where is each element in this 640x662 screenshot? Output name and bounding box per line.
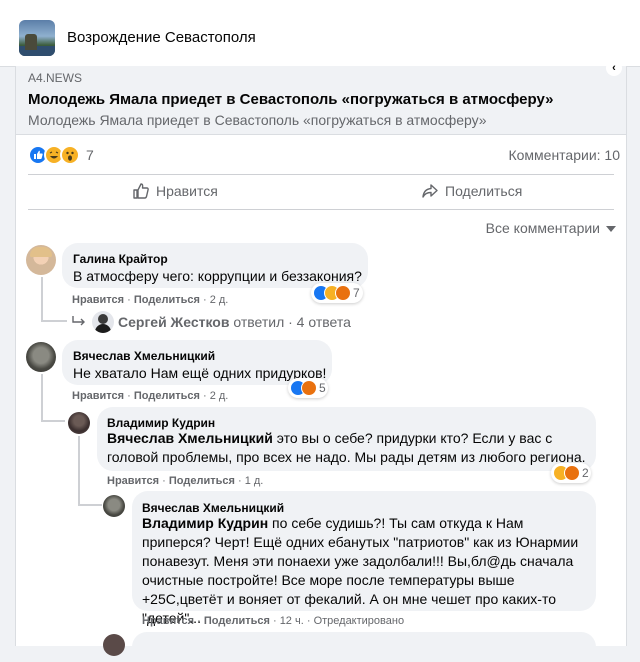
reactions-count[interactable]: 7 (86, 147, 94, 163)
avatar[interactable] (103, 634, 125, 656)
thread-line (41, 277, 43, 322)
avatar[interactable] (103, 495, 125, 517)
comment-share-button[interactable]: Поделиться (204, 615, 270, 627)
angry-reaction-icon (564, 465, 580, 481)
mention-link[interactable]: Владимир Кудрин (142, 515, 268, 531)
like-button[interactable]: Нравится (132, 181, 242, 203)
comment-meta: Нравится · Поделиться · 2 д. (72, 294, 229, 306)
comment-meta: Нравится · Поделиться · 12 ч. · Отредакт… (142, 615, 405, 627)
reply-bubble (132, 632, 596, 662)
comments-filter-label: Все комментарии (485, 220, 600, 236)
comment-reactions[interactable]: 5 (288, 378, 328, 398)
angry-reaction-icon (335, 285, 351, 301)
thread-line (41, 320, 67, 322)
reply-body: по себе судишь?! Ты сам откуда к Нам при… (142, 515, 579, 626)
group-avatar[interactable] (19, 20, 55, 56)
edited-label: Отредактировано (313, 615, 405, 627)
group-name[interactable]: Возрождение Севастополя (67, 29, 256, 46)
comment-bubble: Галина Крайтор В атмосферу чего: коррупц… (62, 243, 368, 288)
reaction-count: 2 (582, 466, 589, 480)
mention-link[interactable]: Вячеслав Хмельницкий (107, 430, 273, 446)
reply-text: Вячеслав Хмельницкий это вы о себе? прид… (107, 429, 592, 467)
group-header: Возрождение Севастополя (0, 0, 640, 67)
comment-timestamp[interactable]: 1 д. (245, 475, 264, 487)
share-button-label: Поделиться (445, 183, 523, 199)
reply-bubble: Вячеслав Хмельницкий Владимир Кудрин по … (132, 491, 596, 626)
reaction-count: 7 (353, 286, 360, 300)
divider (28, 174, 614, 175)
thread-line (78, 504, 102, 506)
comment-text: Не хватало Нам ещё одних придурков! (73, 365, 327, 381)
comment-bubble: Вячеслав Хмельницкий Не хватало Нам ещё … (62, 340, 332, 385)
avatar[interactable] (26, 342, 56, 372)
comment-reactions[interactable]: 7 (311, 283, 363, 303)
wow-reaction-icon (60, 145, 80, 165)
caret-down-icon (606, 226, 616, 233)
comment-reactions[interactable]: 2 (551, 463, 591, 483)
preview-nav-icon[interactable]: ‹ (606, 60, 622, 76)
share-button[interactable]: Поделиться (421, 181, 541, 203)
comment-author[interactable]: Галина Крайтор (73, 252, 168, 266)
comment-like-button[interactable]: Нравится (72, 390, 124, 402)
divider (28, 209, 614, 210)
like-button-label: Нравится (156, 183, 218, 199)
link-description: Молодежь Ямала приедет в Севастополь «по… (28, 112, 487, 128)
thumbs-up-icon (133, 183, 149, 199)
angry-reaction-icon (301, 380, 317, 396)
link-preview[interactable]: A4.NEWS Молодежь Ямала приедет в Севасто… (16, 60, 626, 135)
comments-count[interactable]: Комментарии: 10 (508, 147, 620, 163)
reply-text: Владимир Кудрин по себе судишь?! Ты сам … (142, 514, 592, 628)
link-source: A4.NEWS (28, 71, 83, 85)
comment-like-button[interactable]: Нравится (72, 294, 124, 306)
comment-share-button[interactable]: Поделиться (134, 390, 200, 402)
comment-timestamp[interactable]: 2 д. (210, 390, 229, 402)
reply-author: Сергей Жестков (118, 314, 230, 330)
comment-share-button[interactable]: Поделиться (169, 475, 235, 487)
reply-summary: ответил · 4 ответа (233, 314, 351, 330)
reply-author[interactable]: Владимир Кудрин (107, 416, 215, 430)
reply-author[interactable]: Вячеслав Хмельницкий (142, 501, 284, 515)
comment-author[interactable]: Вячеслав Хмельницкий (73, 349, 215, 363)
avatar (92, 311, 114, 333)
reply-bubble: Владимир Кудрин Вячеслав Хмельницкий это… (97, 407, 596, 471)
comment-like-button[interactable]: Нравится (107, 475, 159, 487)
thread-line (41, 374, 43, 422)
thread-line (78, 436, 80, 506)
comment-share-button[interactable]: Поделиться (134, 294, 200, 306)
comment-meta: Нравится · Поделиться · 2 д. (72, 390, 229, 402)
comments-filter-dropdown[interactable]: Все комментарии (486, 220, 616, 236)
avatar[interactable] (26, 245, 56, 275)
comment-like-button[interactable]: Нравится (142, 615, 194, 627)
share-icon (422, 184, 438, 198)
comment-meta: Нравится · Поделиться · 1 д. (107, 475, 264, 487)
link-title[interactable]: Молодежь Ямала приедет в Севастополь «по… (28, 91, 554, 108)
avatar[interactable] (68, 412, 90, 434)
comment-timestamp[interactable]: 2 д. (210, 294, 229, 306)
reply-arrow-icon (72, 316, 85, 326)
comment-timestamp[interactable]: 12 ч. (280, 615, 304, 627)
thread-line (41, 420, 65, 422)
group-avatar-rock (25, 34, 37, 50)
reaction-count: 5 (319, 381, 326, 395)
